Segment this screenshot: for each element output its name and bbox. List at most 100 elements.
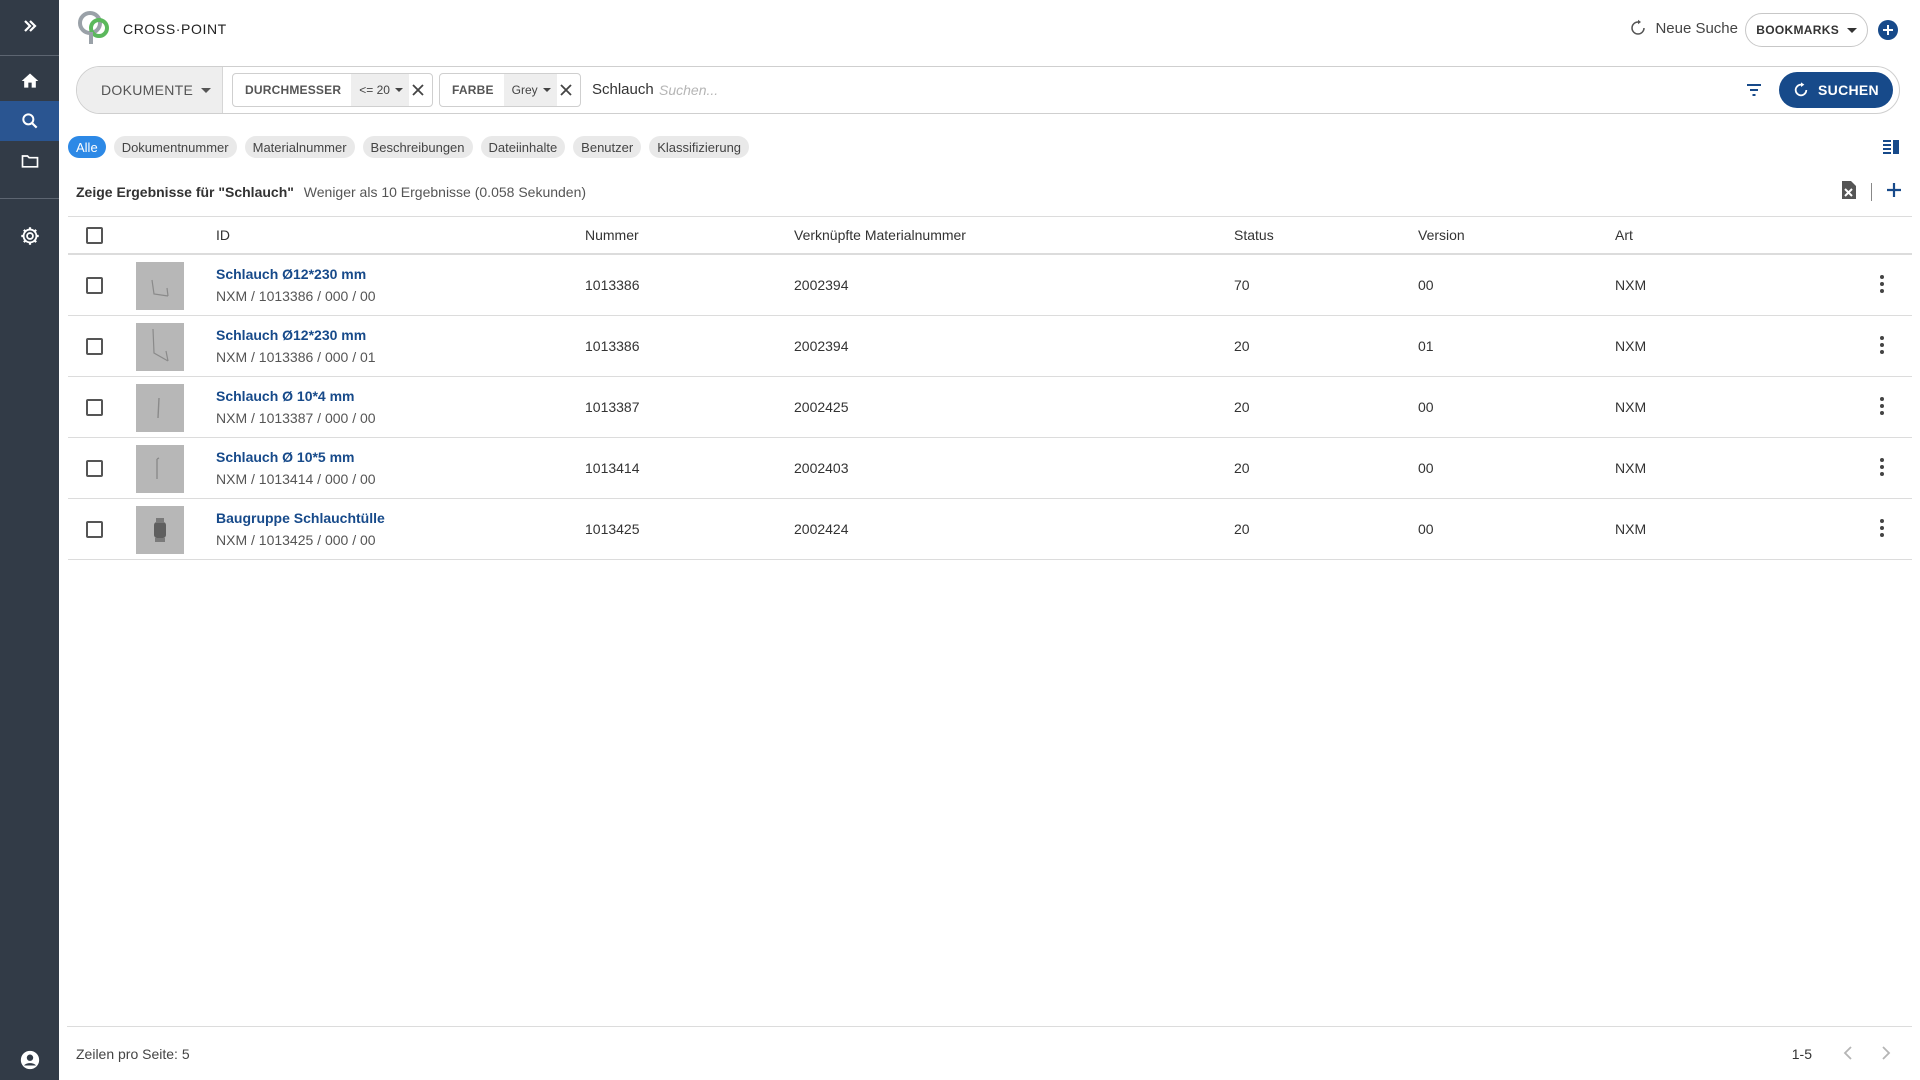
tab-klassifizierung[interactable]: Klassifizierung [649, 136, 750, 158]
expand-sidebar-button[interactable] [0, 6, 59, 46]
add-item-button[interactable] [1886, 182, 1902, 201]
row-menu-button[interactable] [1880, 397, 1884, 415]
sidebar-item-home[interactable] [0, 61, 59, 101]
row-menu-button[interactable] [1880, 458, 1884, 476]
tab-alle[interactable]: Alle [68, 136, 106, 158]
table-row[interactable]: Schlauch Ø 10*4 mm NXM / 1013387 / 000 /… [68, 377, 1912, 438]
cell-art: NXM [1615, 521, 1647, 537]
document-id: NXM / 1013386 / 000 / 00 [216, 288, 376, 304]
tab-benutzer[interactable]: Benutzer [573, 136, 642, 158]
part-preview-icon [156, 457, 160, 479]
plus-circle-icon [1883, 25, 1893, 35]
cell-version: 01 [1418, 338, 1434, 354]
cell-nummer: 1013387 [585, 399, 640, 415]
search-query-token[interactable]: Schlauch [592, 81, 654, 98]
filter-value: Grey [511, 83, 538, 97]
document-title-link[interactable]: Schlauch Ø12*230 mm [216, 266, 366, 282]
close-icon [560, 84, 572, 96]
document-title-link[interactable]: Schlauch Ø 10*5 mm [216, 449, 355, 465]
filter-key: DURCHMESSER [245, 83, 342, 97]
row-menu-button[interactable] [1880, 336, 1884, 354]
scope-tabs: Alle Dokumentnummer Materialnummer Besch… [68, 136, 750, 158]
filter-value-dropdown[interactable]: <= 20 [351, 74, 409, 106]
cell-art: NXM [1615, 460, 1647, 476]
part-preview-icon [157, 397, 160, 419]
table-row[interactable]: Baugruppe Schlauchtülle NXM / 1013425 / … [68, 499, 1912, 560]
row-menu-button[interactable] [1880, 519, 1884, 537]
view-columns-icon [1883, 140, 1899, 154]
row-checkbox[interactable] [86, 338, 103, 355]
thumbnail[interactable] [136, 506, 184, 554]
brand-name: CROSS·POINT [123, 21, 227, 37]
rows-per-page-select[interactable]: Zeilen pro Seite: 5 [76, 1046, 190, 1062]
document-id: NXM / 1013386 / 000 / 01 [216, 349, 376, 365]
search-input[interactable]: Suchen... [659, 82, 718, 98]
sidebar [0, 0, 59, 1080]
search-icon [21, 113, 37, 129]
new-search-button[interactable]: Neue Suche [1629, 19, 1738, 37]
document-title-link[interactable]: Schlauch Ø 10*4 mm [216, 388, 355, 404]
bookmarks-dropdown[interactable]: BOOKMARKS [1745, 13, 1868, 47]
sidebar-divider [0, 198, 59, 199]
excel-export-icon [1842, 181, 1856, 199]
next-page-button[interactable] [1880, 1046, 1892, 1063]
column-header-art[interactable]: Art [1615, 227, 1633, 243]
cell-status: 70 [1234, 277, 1250, 293]
cell-version: 00 [1418, 277, 1434, 293]
column-header-material[interactable]: Verknüpfte Materialnummer [794, 227, 966, 243]
cross-point-logo [78, 11, 109, 44]
row-checkbox[interactable] [86, 277, 103, 294]
sidebar-item-folder[interactable] [0, 141, 59, 181]
thumbnail[interactable] [136, 445, 184, 493]
thumbnail[interactable] [136, 262, 184, 310]
search-submit-button[interactable]: SUCHEN [1779, 72, 1893, 108]
account-button[interactable] [0, 1040, 59, 1080]
select-all-checkbox[interactable] [86, 227, 103, 244]
table-footer: Zeilen pro Seite: 5 1-5 [67, 1026, 1912, 1080]
export-excel-button[interactable] [1841, 180, 1857, 203]
column-header-status[interactable]: Status [1234, 227, 1274, 243]
document-type-select[interactable]: DOKUMENTE [77, 67, 223, 113]
folder-icon [21, 155, 38, 168]
document-title-link[interactable]: Baugruppe Schlauchtülle [216, 510, 385, 526]
tab-dateiinhalte[interactable]: Dateiinhalte [480, 136, 566, 158]
sidebar-item-settings[interactable] [0, 216, 59, 256]
thumbnail[interactable] [136, 384, 184, 432]
app-header: CROSS·POINT Neue Suche BOOKMARKS [59, 0, 1920, 58]
table-row[interactable]: Schlauch Ø12*230 mm NXM / 1013386 / 000 … [68, 255, 1912, 316]
column-header-id[interactable]: ID [216, 227, 230, 243]
toggle-view-button[interactable] [1882, 139, 1900, 158]
row-checkbox[interactable] [86, 460, 103, 477]
row-checkbox[interactable] [86, 399, 103, 416]
cell-art: NXM [1615, 399, 1647, 415]
filter-options-button[interactable] [1745, 81, 1763, 102]
tab-beschreibungen[interactable]: Beschreibungen [362, 136, 473, 158]
cell-nummer: 1013425 [585, 521, 640, 537]
column-header-nummer[interactable]: Nummer [585, 227, 639, 243]
tab-materialnummer[interactable]: Materialnummer [244, 136, 355, 158]
cell-status: 20 [1234, 521, 1250, 537]
document-title-link[interactable]: Schlauch Ø12*230 mm [216, 327, 366, 343]
part-preview-icon [151, 279, 169, 297]
previous-page-button[interactable] [1842, 1046, 1854, 1063]
column-header-version[interactable]: Version [1418, 227, 1465, 243]
table-row[interactable]: Schlauch Ø12*230 mm NXM / 1013386 / 000 … [68, 316, 1912, 377]
search-bar: DOKUMENTE DURCHMESSER <= 20 FARBE Grey S… [76, 66, 1900, 114]
sidebar-item-search[interactable] [0, 101, 59, 141]
refresh-icon [1794, 82, 1808, 97]
part-preview-icon [154, 518, 166, 542]
remove-filter-button[interactable] [557, 74, 580, 106]
thumbnail[interactable] [136, 323, 184, 371]
cell-nummer: 1013386 [585, 338, 640, 354]
add-bookmark-button[interactable] [1878, 20, 1898, 40]
row-checkbox[interactable] [86, 521, 103, 538]
cell-version: 00 [1418, 460, 1434, 476]
caret-down-icon [1847, 27, 1857, 33]
tab-dokumentnummer[interactable]: Dokumentnummer [113, 136, 237, 158]
table-row[interactable]: Schlauch Ø 10*5 mm NXM / 1013414 / 000 /… [68, 438, 1912, 499]
filter-value-dropdown[interactable]: Grey [503, 74, 557, 106]
plus-icon [1887, 183, 1901, 197]
row-menu-button[interactable] [1880, 275, 1884, 293]
results-heading: Zeige Ergebnisse für "Schlauch" [76, 184, 294, 200]
remove-filter-button[interactable] [409, 74, 432, 106]
